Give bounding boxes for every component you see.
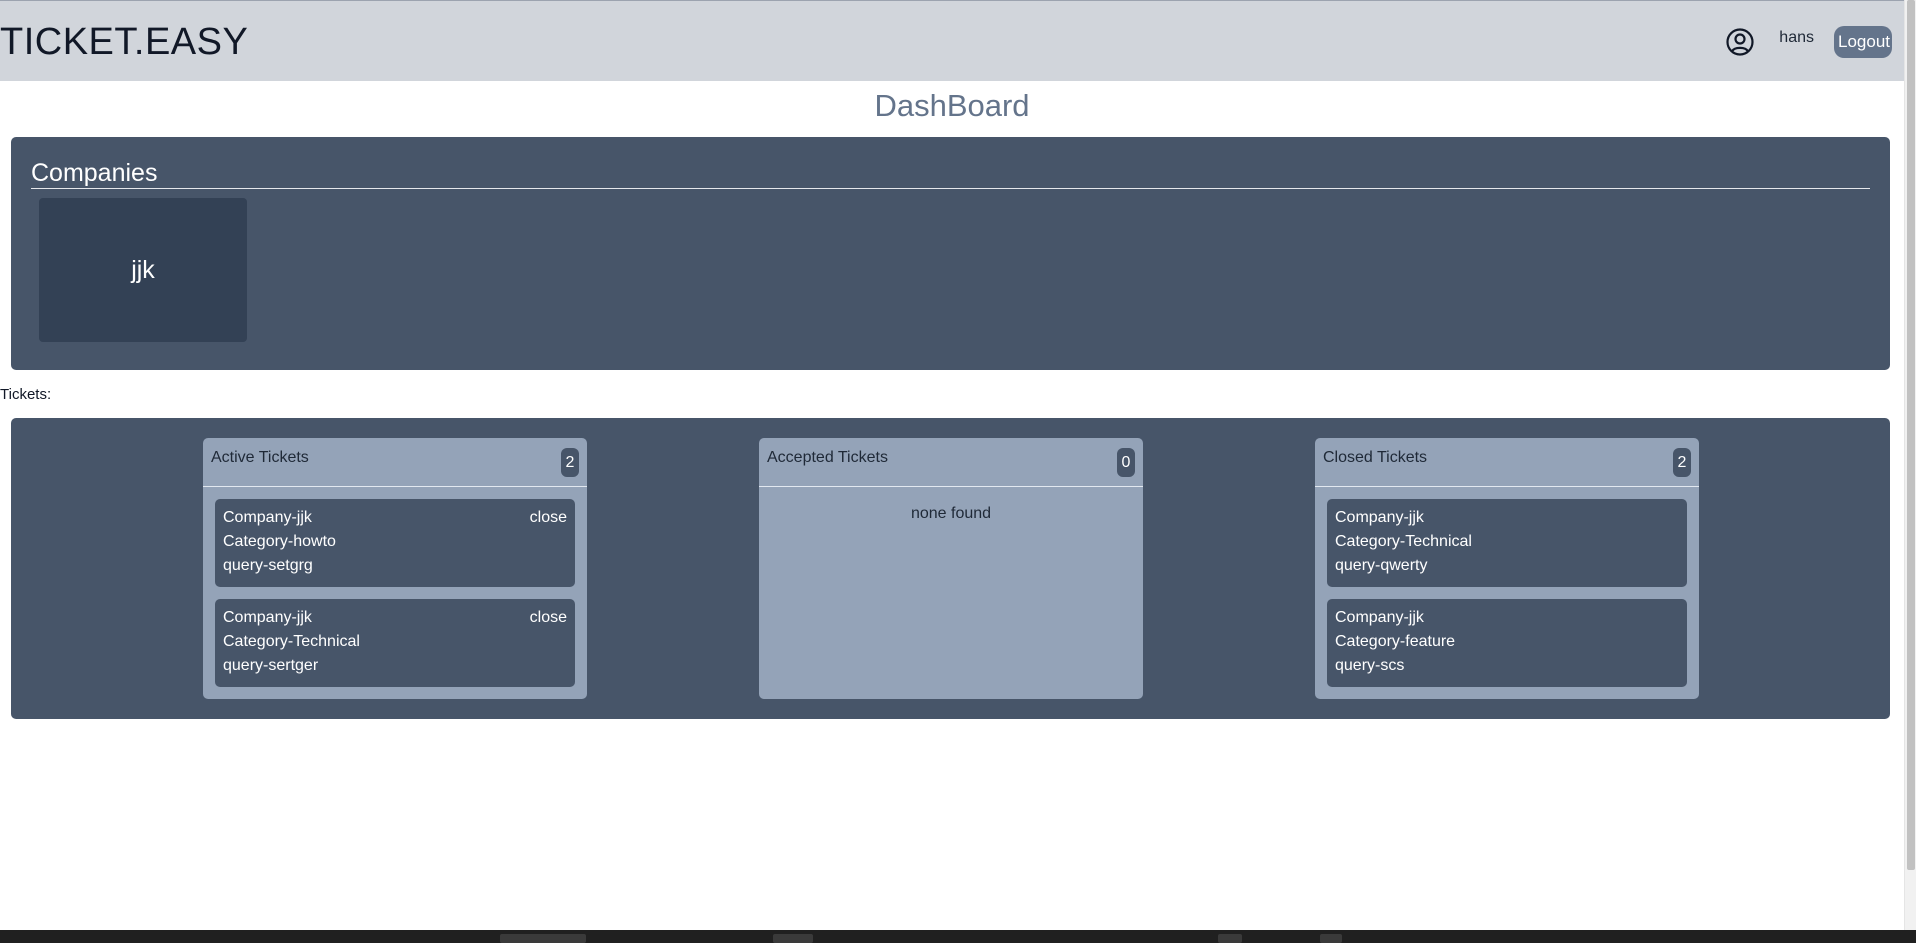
brand-logo[interactable]: TICKET.EASY xyxy=(0,21,248,64)
active-tickets-column: Active Tickets 2 Company-jjk Category-ho… xyxy=(203,438,587,699)
count-badge: 0 xyxy=(1117,448,1135,477)
username: hans xyxy=(1779,29,1814,46)
ticket-company: Company-jjk xyxy=(1335,509,1424,526)
companies-divider xyxy=(31,188,1870,189)
ticket-card[interactable]: Company-jjk Category-Technical query-qwe… xyxy=(1327,499,1687,587)
tickets-label: Tickets: xyxy=(0,386,52,403)
page-title: DashBoard xyxy=(874,88,1030,123)
ticket-company: Company-jjk xyxy=(1335,609,1424,626)
company-card[interactable]: jjk xyxy=(39,198,247,342)
column-title: Closed Tickets xyxy=(1323,449,1428,466)
taskbar-item[interactable] xyxy=(1218,934,1242,943)
taskbar-item[interactable] xyxy=(773,934,813,943)
ticket-company: Company-jjk xyxy=(223,509,312,526)
ticket-query: query-sertger xyxy=(223,657,319,674)
scrollbar-thumb[interactable] xyxy=(1907,0,1915,870)
ticket-query: query-qwerty xyxy=(1335,557,1428,574)
tickets-panel: Active Tickets 2 Company-jjk Category-ho… xyxy=(11,418,1890,719)
taskbar-item[interactable] xyxy=(1320,934,1342,943)
close-ticket-button[interactable]: close xyxy=(530,506,567,530)
ticket-card[interactable]: Company-jjk Category-howto query-setgrg … xyxy=(215,499,575,587)
taskbar-item[interactable] xyxy=(500,934,586,943)
ticket-category: Category-Technical xyxy=(223,633,360,650)
ticket-category: Category-howto xyxy=(223,533,336,550)
logout-button[interactable]: Logout xyxy=(1834,26,1892,58)
count-badge: 2 xyxy=(1673,448,1691,477)
accepted-tickets-column: Accepted Tickets 0 none found xyxy=(759,438,1143,699)
ticket-card[interactable]: Company-jjk Category-Technical query-ser… xyxy=(215,599,575,687)
ticket-query: query-setgrg xyxy=(223,557,313,574)
user-circle-icon[interactable] xyxy=(1725,27,1755,57)
ticket-category: Category-feature xyxy=(1335,633,1456,650)
close-ticket-button[interactable]: close xyxy=(530,606,567,630)
companies-panel: Companies jjk xyxy=(11,137,1890,370)
closed-tickets-column: Closed Tickets 2 Company-jjk Category-Te… xyxy=(1315,438,1699,699)
ticket-card[interactable]: Company-jjk Category-feature query-scs xyxy=(1327,599,1687,687)
ticket-query: query-scs xyxy=(1335,657,1405,674)
user-area: hans Logout xyxy=(1725,26,1892,58)
column-title: Active Tickets xyxy=(211,449,309,466)
empty-state-text: none found xyxy=(910,505,992,522)
vertical-scrollbar[interactable] xyxy=(1904,0,1916,930)
ticket-company: Company-jjk xyxy=(223,609,312,626)
count-badge: 2 xyxy=(561,448,579,477)
column-header: Active Tickets 2 xyxy=(203,438,587,487)
column-header: Accepted Tickets 0 xyxy=(759,438,1143,487)
column-title: Accepted Tickets xyxy=(767,449,888,466)
top-navbar: TICKET.EASY hans Logout xyxy=(0,0,1904,81)
os-taskbar xyxy=(0,930,1916,943)
column-header: Closed Tickets 2 xyxy=(1315,438,1699,487)
ticket-category: Category-Technical xyxy=(1335,533,1472,550)
companies-heading: Companies xyxy=(31,159,158,187)
